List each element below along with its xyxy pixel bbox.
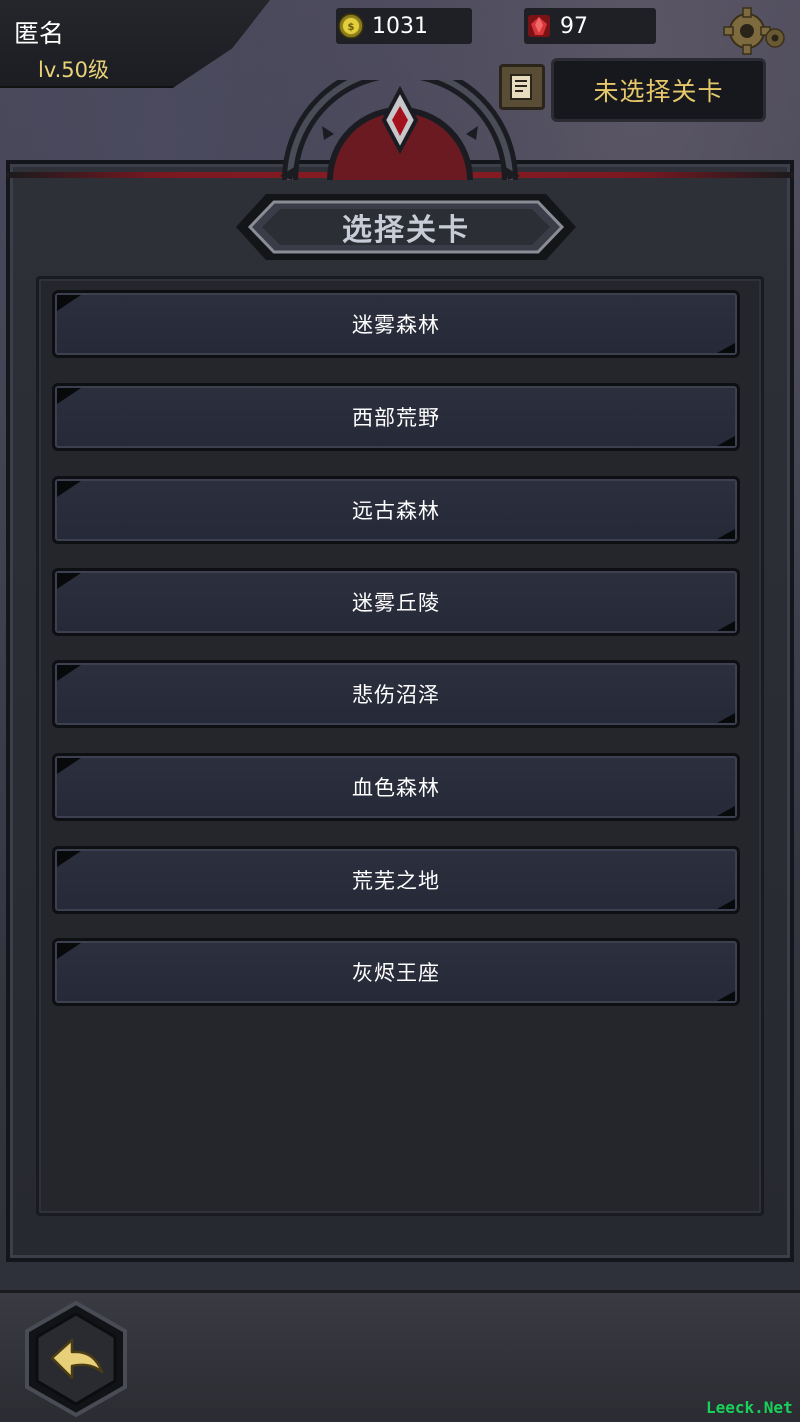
gold-coin-icon: $: [338, 13, 364, 39]
panel-title: 选择关卡: [342, 213, 470, 248]
settings-button[interactable]: [720, 2, 792, 60]
svg-text:$: $: [348, 22, 355, 33]
stage-button-4[interactable]: 悲伤沼泽: [52, 660, 740, 728]
gem-counter: 97: [524, 8, 656, 44]
crest-emblem-icon: [280, 80, 520, 181]
selected-stage-button[interactable]: 未选择关卡: [551, 58, 766, 122]
player-level: lv.50级: [38, 58, 110, 82]
gem-value: 97: [560, 13, 588, 39]
gold-value: 1031: [372, 13, 428, 39]
back-button[interactable]: [22, 1300, 130, 1418]
stage-button-3[interactable]: 迷雾丘陵: [52, 568, 740, 636]
watermark-text: Leeck.Net: [706, 1398, 793, 1417]
player-name: 匿名: [14, 19, 65, 48]
back-arrow-icon: [25, 1300, 127, 1418]
gear-icon: [723, 7, 785, 55]
red-gem-icon: [526, 13, 552, 39]
stage-button-7[interactable]: 灰烬王座: [52, 938, 740, 1006]
stage-button-6[interactable]: 荒芜之地: [52, 846, 740, 914]
stage-button-5[interactable]: 血色森林: [52, 753, 740, 821]
stage-button-0[interactable]: 迷雾森林: [52, 290, 740, 358]
gold-counter: $ 1031: [336, 8, 472, 44]
stage-button-2[interactable]: 远古森林: [52, 476, 740, 544]
stage-button-1[interactable]: 西部荒野: [52, 383, 740, 451]
